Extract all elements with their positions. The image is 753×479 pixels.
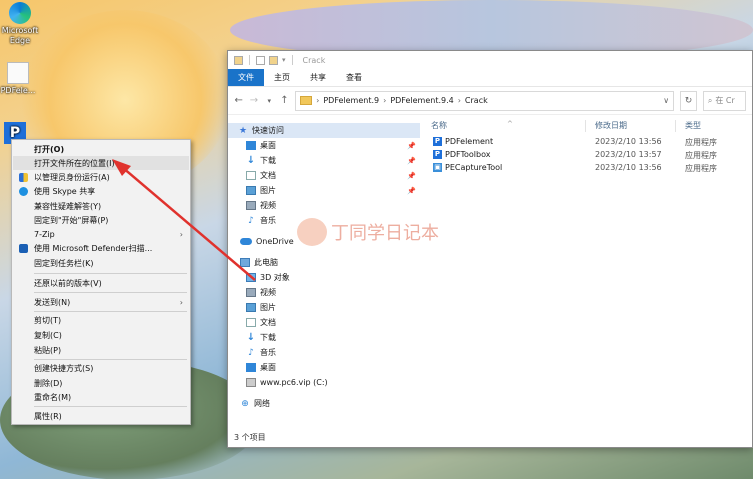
arrow-line [121, 166, 256, 281]
annotation-arrow [112, 159, 256, 281]
